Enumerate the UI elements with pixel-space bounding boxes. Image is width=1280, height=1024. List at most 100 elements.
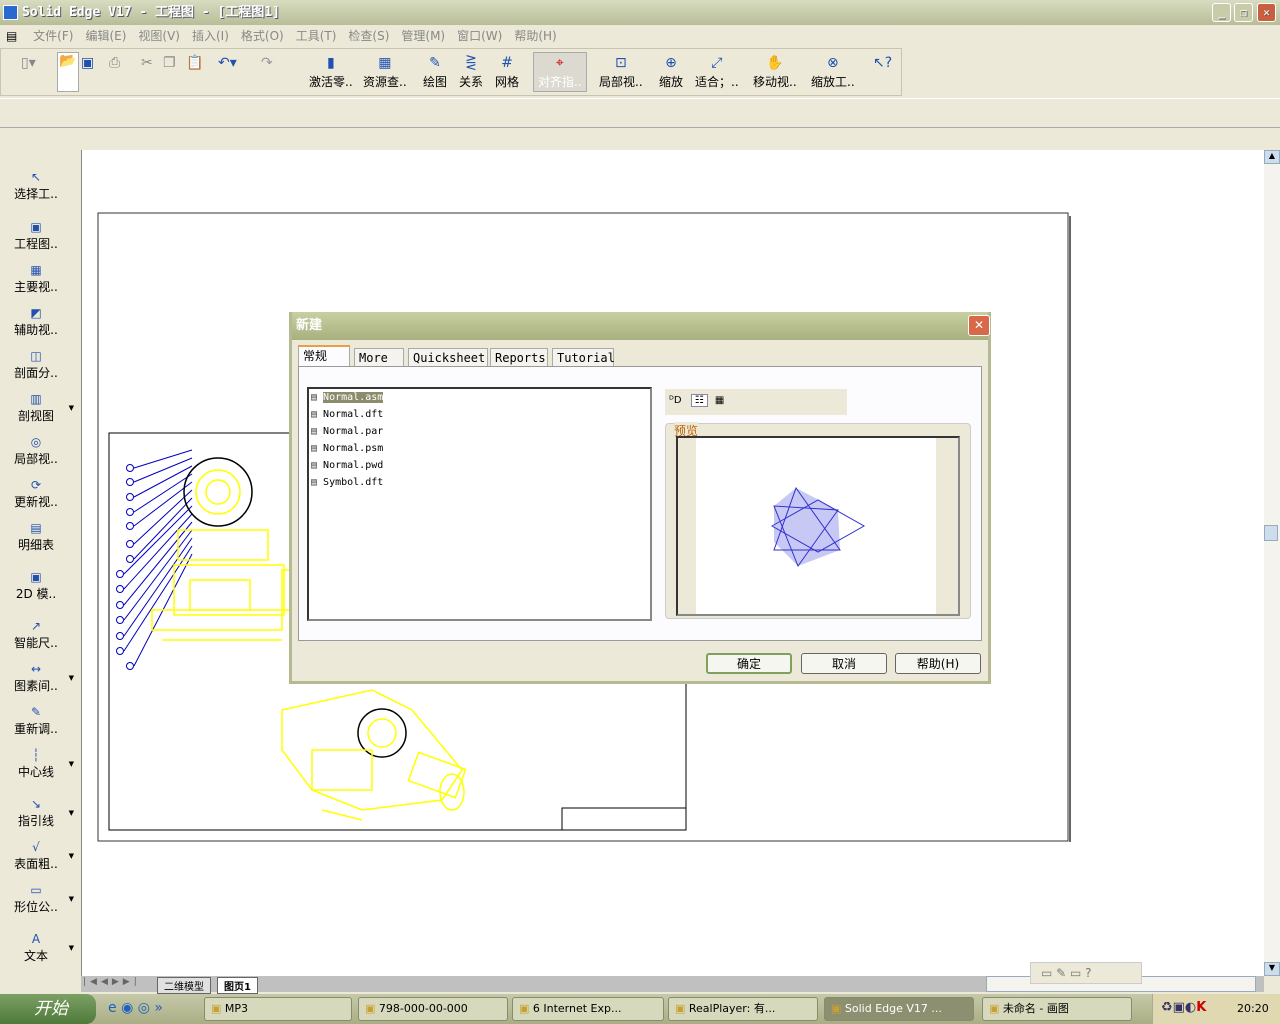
menu-item[interactable]: 插入(I)	[192, 29, 229, 43]
toolbar-button-align[interactable]: ⌖ 对齐指..	[533, 52, 587, 92]
toolbar-button-pan[interactable]: ✋ 移动视..	[753, 55, 797, 90]
chevron-down-icon[interactable]: ▼	[69, 760, 74, 768]
tool-button[interactable]: ▣ 2D 模..	[4, 570, 68, 602]
tool-button[interactable]: ↗ 智能尺..	[4, 619, 68, 651]
help-button[interactable]: 帮助(H)	[895, 653, 981, 674]
tool-label: 智能尺..	[14, 636, 58, 650]
menu-item[interactable]: 格式(O)	[241, 29, 284, 43]
toolbar-button-draw[interactable]: ✎ 绘图	[423, 55, 447, 90]
tool-button[interactable]: √ 表面粗.. ▼	[4, 840, 74, 872]
tool-button[interactable]: ↔ 图素间.. ▼	[4, 662, 74, 694]
dialog-close-button[interactable]: ✕	[968, 315, 990, 336]
toolbar-button-activate-part[interactable]: ▮ 激活零..	[309, 55, 353, 90]
list-item[interactable]: ▤ Symbol.dft	[309, 474, 650, 491]
toolbar-button-zoom-area[interactable]: ⊡ 局部视..	[599, 55, 643, 90]
chevron-down-icon[interactable]: ▼	[69, 809, 74, 817]
new-button[interactable]: ▯▾	[21, 55, 36, 73]
taskbar-button[interactable]: ▣ Solid Edge V17 ...	[824, 997, 974, 1021]
tab-reports[interactable]: Reports	[490, 348, 548, 367]
paste-button[interactable]: 📋	[186, 55, 203, 73]
view-mode-toolbar: ᴰD ☷ ▦	[665, 389, 847, 415]
close-button[interactable]: ✕	[1257, 3, 1276, 22]
taskbar-button[interactable]: ▣ 798-000-00-000	[358, 997, 508, 1021]
tool-button[interactable]: A 文本 ▼	[4, 932, 74, 964]
menu-item[interactable]: 窗口(W)	[457, 29, 502, 43]
tab-quicksheet[interactable]: Quicksheet	[408, 348, 488, 367]
help-pointer-button[interactable]: ↖?	[873, 55, 892, 73]
tool-button[interactable]: ✎ 重新调..	[4, 705, 68, 737]
menu-item[interactable]: 编辑(E)	[85, 29, 126, 43]
preview-group: 预览	[665, 422, 971, 619]
details-view-icon[interactable]: ▦	[715, 395, 724, 406]
list-item[interactable]: ▤ Normal.pwd	[309, 457, 650, 474]
tool-button[interactable]: ┆ 中心线 ▼	[4, 748, 74, 780]
tool-icon: ◩	[30, 306, 42, 320]
redo-button[interactable]: ↷	[261, 55, 273, 73]
menu-item[interactable]: 检查(S)	[348, 29, 389, 43]
taskbar-button[interactable]: ▣ MP3	[204, 997, 352, 1021]
cut-button[interactable]: ✂	[141, 55, 153, 73]
list-item[interactable]: ▤ Normal.par	[309, 423, 650, 440]
tool-button[interactable]: ▦ 主要视..	[4, 263, 68, 295]
tool-button[interactable]: ◩ 辅助视..	[4, 306, 68, 338]
tab-sheet1[interactable]: 图页1	[217, 977, 258, 994]
minimize-button[interactable]: _	[1212, 3, 1231, 22]
tool-button[interactable]: ◫ 剖面分..	[4, 349, 68, 381]
tool-button[interactable]: ▭ 形位公.. ▼	[4, 883, 74, 915]
toolbar-button-relations[interactable]: ⋛ 关系	[459, 55, 483, 90]
chevron-down-icon[interactable]: ▼	[69, 895, 74, 903]
toolbar-button-zoom-tool[interactable]: ⊗ 缩放工..	[811, 55, 855, 90]
tab-2d-model[interactable]: 二维模型	[157, 977, 211, 994]
restore-button[interactable]: ❐	[1234, 3, 1253, 22]
undo-button[interactable]: ↶▾	[218, 55, 237, 73]
taskbar-button[interactable]: ▣ RealPlayer: 有...	[668, 997, 818, 1021]
taskbar-button[interactable]: ▣ 6 Internet Exp...	[512, 997, 664, 1021]
copy-button[interactable]: ❐	[163, 55, 176, 73]
tool-button[interactable]: ▥ 剖视图 ▼	[4, 392, 74, 424]
ok-button[interactable]: 确定	[706, 653, 792, 674]
open-button[interactable]: 📂	[57, 52, 79, 92]
menu-item[interactable]: 工具(T)	[296, 29, 337, 43]
quick-launch-icons[interactable]: e ◉ ◎ »	[108, 1000, 163, 1016]
toolbar-button-zoom[interactable]: ⊕ 缩放	[659, 55, 683, 90]
list-item[interactable]: ▤ Normal.psm	[309, 440, 650, 457]
save-button[interactable]: ▣	[81, 55, 94, 73]
chevron-down-icon[interactable]: ▼	[69, 852, 74, 860]
toolbar-button-fit[interactable]: ⤢ 适合；..	[695, 55, 739, 90]
tool-button[interactable]: ▣ 工程图..	[4, 220, 68, 252]
menu-item[interactable]: 帮助(H)	[514, 29, 556, 43]
sheet-nav-buttons[interactable]: |◀◀▶▶|	[83, 977, 141, 987]
template-list[interactable]: ▤ Normal.asm ▤ Normal.dft ▤ Normal.par ▤ No…	[307, 387, 652, 621]
tool-button[interactable]: ▤ 明细表	[4, 521, 68, 553]
tray-icons[interactable]: ♻▣◐K	[1161, 1000, 1206, 1015]
tool-button[interactable]: ↘ 指引线 ▼	[4, 797, 74, 829]
list-item[interactable]: ▤ Normal.dft	[309, 406, 650, 423]
start-button[interactable]: 开始	[0, 994, 96, 1024]
print-button[interactable]: ⎙	[109, 55, 120, 73]
tab-more[interactable]: More	[354, 348, 404, 367]
tool-button[interactable]: ◎ 局部视..	[4, 435, 68, 467]
menu-item[interactable]: 文件(F)	[33, 29, 73, 43]
chevron-down-icon[interactable]: ▼	[69, 674, 74, 682]
tool-button[interactable]: ↖ 选择工..	[4, 170, 68, 202]
tab-general[interactable]: 常规	[298, 345, 350, 368]
tool-label: 主要视..	[14, 280, 58, 294]
cancel-button[interactable]: 取消	[801, 653, 887, 674]
tab-tutorial[interactable]: Tutorial	[552, 348, 615, 367]
vertical-scrollbar[interactable]: ▲ ▼	[1264, 150, 1280, 976]
zoom-area-icon: ⊡	[614, 55, 627, 71]
tool-button[interactable]: ⟳ 更新视..	[4, 478, 68, 510]
window-title: Solid Edge V17 - 工程图 - [工程图1]	[22, 5, 281, 20]
list-item[interactable]: ▤ Normal.asm	[309, 389, 650, 406]
toolbar-button-library[interactable]: ▦ 资源查..	[363, 55, 407, 90]
chevron-down-icon[interactable]: ▼	[69, 944, 74, 952]
scroll-thumb[interactable]	[1264, 525, 1278, 541]
taskbar-button[interactable]: ▣ 未命名 - 画图	[982, 997, 1132, 1021]
menu-item[interactable]: 管理(M)	[401, 29, 445, 43]
list-view-icon[interactable]: ☷	[690, 394, 708, 407]
tool-label: 表面粗..	[14, 857, 58, 871]
large-icons-icon[interactable]: ᴰD	[669, 395, 682, 406]
toolbar-button-grid[interactable]: # 网格	[495, 55, 519, 90]
chevron-down-icon[interactable]: ▼	[69, 404, 74, 412]
menu-item[interactable]: 视图(V)	[138, 29, 180, 43]
